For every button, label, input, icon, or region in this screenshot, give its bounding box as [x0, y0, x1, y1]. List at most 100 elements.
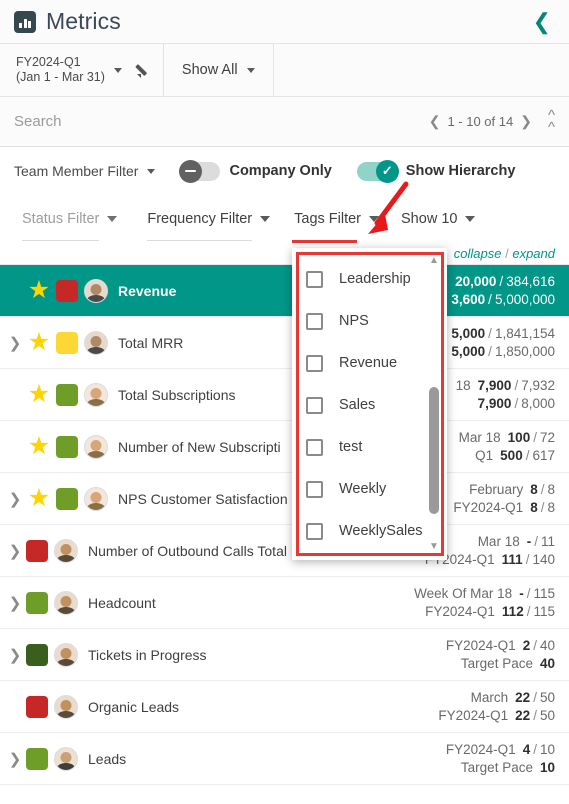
- page-title: Metrics: [46, 8, 121, 34]
- table-row[interactable]: ❯★Revenue20,000/384,6163,600/5,000,000: [0, 265, 569, 317]
- metric-value-line: 5,000/1,850,000: [451, 344, 555, 359]
- metric-name: Revenue: [118, 282, 177, 299]
- metric-name: Number of Outbound Calls Total: [88, 542, 287, 559]
- expand-row-icon[interactable]: ❯: [6, 750, 24, 768]
- table-row[interactable]: ❯★Number of Outbound Calls TotalMar 18-/…: [0, 525, 569, 577]
- double-chevron-up-icon[interactable]: ^ ^: [548, 108, 555, 135]
- status-filter[interactable]: Status Filter: [22, 199, 118, 241]
- metric-name: Total MRR: [118, 334, 184, 351]
- metric-name: Tickets in Progress: [88, 646, 207, 663]
- star-icon[interactable]: ★: [24, 278, 54, 303]
- tag-option[interactable]: Leadership: [292, 258, 447, 300]
- avatar: [54, 642, 78, 667]
- frequency-filter-label: Frequency Filter: [147, 211, 253, 227]
- expand-row-icon[interactable]: ❯: [6, 542, 24, 560]
- collapse-expand-links[interactable]: collapse / expand: [454, 246, 555, 261]
- tags-filter-label: Tags Filter: [294, 211, 362, 227]
- title-bar: Metrics ❮: [0, 0, 569, 44]
- metric-value-line: February 8/8: [469, 482, 555, 497]
- value-target: 8: [547, 482, 555, 497]
- tag-option[interactable]: test: [292, 426, 447, 468]
- tag-checkbox[interactable]: [306, 354, 323, 372]
- chevron-left-icon[interactable]: ❮: [533, 10, 551, 33]
- table-row[interactable]: ❯★Organic Leads March 22/50 FY2024-Q1 22/50: [0, 681, 569, 733]
- star-icon[interactable]: ★: [24, 434, 54, 459]
- show-hierarchy-toggle[interactable]: ✓: [356, 159, 399, 183]
- row-values: February 8/8 FY2024-Q1 8/8: [453, 482, 569, 515]
- company-only-toggle[interactable]: [179, 159, 221, 183]
- tag-option-label: Leadership: [339, 271, 411, 287]
- value-target: 11: [540, 534, 555, 549]
- period-selector[interactable]: FY2024-Q1 (Jan 1 - Mar 31): [0, 44, 164, 96]
- table-row[interactable]: ❯★Leads FY2024-Q1 4/10 Target Pace 10: [0, 733, 569, 785]
- chevron-down-icon: [369, 216, 380, 222]
- value-actual: 5,000: [451, 344, 486, 359]
- tag-checkbox[interactable]: [306, 312, 323, 330]
- prev-page-icon[interactable]: ❮: [429, 113, 441, 130]
- search-input[interactable]: [14, 113, 429, 130]
- chevron-down-icon: [107, 216, 118, 222]
- scrollbar-thumb[interactable]: [429, 387, 439, 515]
- tag-checkbox[interactable]: [306, 438, 323, 456]
- next-page-icon[interactable]: ❯: [520, 113, 532, 130]
- star-icon[interactable]: ★: [24, 382, 54, 407]
- table-row[interactable]: ❯★Number of New SubscriptiMar 18100/72Q1…: [0, 421, 569, 473]
- expand-row-icon[interactable]: ❯: [6, 490, 24, 508]
- filter-row: Status Filter Frequency Filter Tags Filt…: [0, 195, 569, 243]
- table-row[interactable]: ❯★Total Subscriptions187,900/7,9327,900/…: [0, 369, 569, 421]
- table-row[interactable]: ❯ ★ NPS Customer Satisfaction February 8/8 FY…: [0, 473, 569, 525]
- avatar: [54, 694, 78, 719]
- tag-checkbox[interactable]: [306, 480, 323, 498]
- show-hierarchy-label: Show Hierarchy: [405, 163, 516, 179]
- metric-value-line: 5,000/1,841,154: [451, 326, 555, 341]
- table-row[interactable]: ❯★Tickets in Progress FY2024-Q12/40Target…: [0, 629, 569, 681]
- tag-checkbox[interactable]: [306, 522, 323, 540]
- value-actual: 7,900: [477, 396, 512, 411]
- show-all-dropdown[interactable]: Show All: [164, 44, 274, 96]
- tag-option[interactable]: Revenue: [292, 342, 447, 384]
- triangle-down-icon[interactable]: ▼: [429, 542, 439, 552]
- team-member-filter[interactable]: Team Member Filter: [14, 163, 156, 179]
- pencil-icon[interactable]: [135, 61, 153, 79]
- tag-option[interactable]: Weekly: [292, 468, 447, 510]
- scrollbar-track[interactable]: [427, 266, 441, 542]
- expand-row-icon[interactable]: ❯: [6, 334, 24, 352]
- row-values: Mar 18 100/72 Q1 500/617: [459, 430, 569, 463]
- row-left: ❯★Tickets in Progress: [6, 642, 207, 667]
- value-period: Mar 18: [477, 534, 520, 549]
- metric-name: Leads: [88, 750, 127, 767]
- table-row[interactable]: ❯★Headcount Week Of Mar 18-/115 FY2024-Q1 1…: [0, 577, 569, 629]
- tag-option[interactable]: NPS: [292, 300, 447, 342]
- metric-value-line: FY2024-Q1 8/8: [453, 500, 555, 515]
- tag-option-label: WeeklySales: [339, 523, 423, 539]
- tags-filter[interactable]: Tags Filter: [292, 199, 380, 243]
- value-target: 1,841,154: [494, 326, 555, 341]
- tag-option-label: Weekly: [339, 481, 387, 497]
- tags-filter-dropdown[interactable]: Leadership NPS Revenue Sales test Weekly Weekl…: [292, 248, 447, 560]
- expand-row-icon[interactable]: ❯: [6, 646, 24, 664]
- tag-checkbox[interactable]: [306, 270, 323, 288]
- filter-underline: [22, 240, 100, 241]
- triangle-up-icon[interactable]: ▲: [429, 256, 439, 266]
- show-count-filter[interactable]: Show 10: [401, 199, 476, 239]
- expand-link[interactable]: expand: [512, 246, 555, 261]
- value-actual: -: [519, 586, 524, 601]
- metric-name: Total Subscriptions: [118, 386, 236, 403]
- tag-option[interactable]: WeeklySales: [292, 510, 447, 552]
- search-bar: ❮ 1 - 10 of 14 ❯ ^^: [0, 97, 569, 147]
- tag-checkbox[interactable]: [306, 396, 323, 414]
- dropdown-scrollbar[interactable]: ▲ ▼: [427, 256, 441, 552]
- table-row[interactable]: ❯ ★ Total MRR 5,000/1,841,154 5,000/1,850,00…: [0, 317, 569, 369]
- expand-row-icon[interactable]: ❯: [6, 594, 24, 612]
- row-values: FY2024-Q1 2/40 Target Pace 40: [446, 638, 569, 671]
- collapse-link[interactable]: collapse: [454, 246, 502, 261]
- value-actual: 8: [530, 482, 538, 497]
- show-count-label: Show 10: [401, 211, 458, 227]
- frequency-filter[interactable]: Frequency Filter: [147, 199, 271, 241]
- table-header: collapse / expand: [0, 243, 569, 265]
- status-badge: [56, 331, 78, 354]
- tag-option[interactable]: Sales: [292, 384, 447, 426]
- metric-value-line: 3,600/5,000,000: [451, 292, 555, 307]
- star-icon[interactable]: ★: [24, 330, 54, 355]
- star-icon[interactable]: ★: [24, 486, 54, 511]
